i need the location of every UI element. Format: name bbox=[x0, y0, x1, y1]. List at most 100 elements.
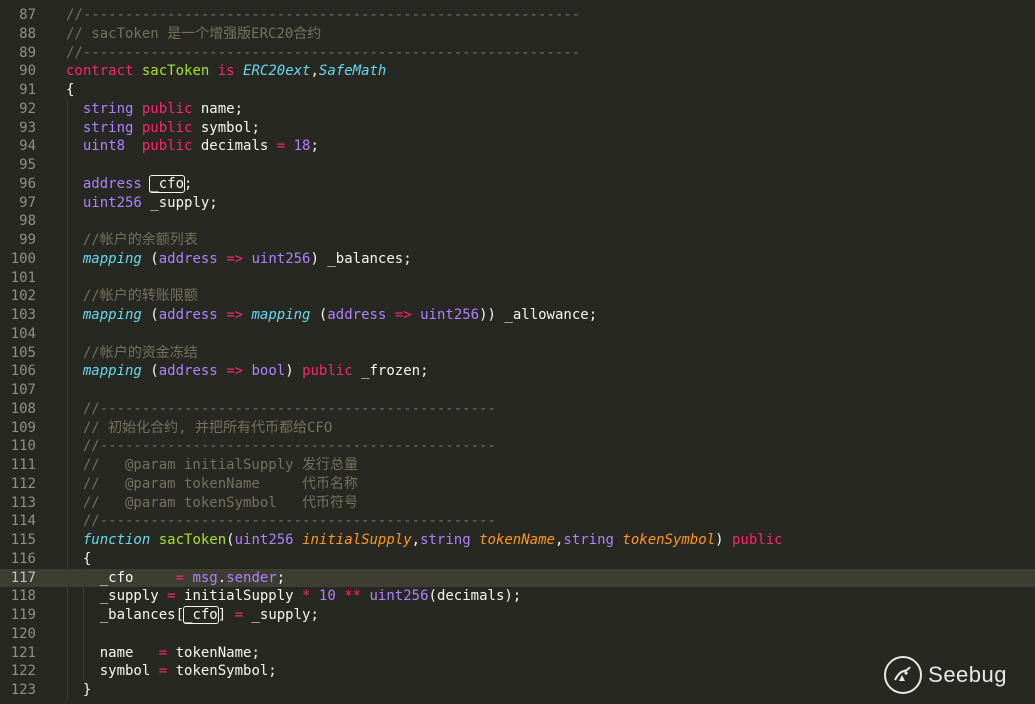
code-token: // @param tokenName 代币名称 bbox=[82, 475, 359, 492]
code-token: public bbox=[302, 363, 353, 380]
code-text: //--------------------------------------… bbox=[66, 400, 496, 419]
code-line[interactable]: 101 bbox=[0, 269, 1035, 288]
code-line[interactable]: 89 //------------------------------------… bbox=[0, 44, 1035, 63]
code-token: //--------------------------------------… bbox=[82, 400, 496, 417]
code-line[interactable]: 98 bbox=[0, 212, 1035, 231]
code-line[interactable]: 113 // @param tokenSymbol 代币符号 bbox=[0, 494, 1035, 513]
code-token: mapping bbox=[82, 307, 142, 323]
indent-guide bbox=[66, 99, 68, 700]
code-token: uint256 bbox=[420, 307, 480, 323]
code-line[interactable]: 95 bbox=[0, 156, 1035, 175]
code-line[interactable]: 114 //----------------------------------… bbox=[0, 512, 1035, 531]
code-token: decimals bbox=[192, 138, 277, 155]
line-number: 91 bbox=[19, 82, 36, 98]
code-token: uint256 bbox=[251, 250, 311, 267]
code-line[interactable]: 90 contract sacToken is ERC20ext,SafeMath bbox=[0, 62, 1035, 81]
code-token: symbol bbox=[66, 663, 159, 680]
line-number: 121 bbox=[10, 644, 36, 661]
code-line[interactable]: 88 // sacToken 是一个增强版ERC20合约 bbox=[0, 25, 1035, 44]
line-number: 123 bbox=[10, 682, 36, 698]
code-line[interactable]: 87 //------------------------------------… bbox=[0, 6, 1035, 25]
line-number: 120 bbox=[10, 625, 36, 642]
code-line[interactable]: 112 // @param tokenName 代币名称 bbox=[0, 475, 1035, 494]
code-line[interactable]: 121 name = tokenName; bbox=[0, 644, 1035, 663]
code-editor[interactable]: 87 //------------------------------------… bbox=[0, 0, 1035, 704]
code-line[interactable]: 96 address _cfo; bbox=[0, 174, 1035, 194]
line-number: 95 bbox=[19, 157, 36, 173]
code-text: string public symbol; bbox=[66, 119, 260, 138]
code-text: // @param tokenSymbol 代币符号 bbox=[66, 494, 358, 513]
code-line[interactable]: 107 bbox=[0, 381, 1035, 400]
code-token: )) _allowance; bbox=[479, 307, 598, 323]
code-token: . bbox=[217, 569, 227, 586]
code-line[interactable]: 99 //帐户的余额列表 bbox=[0, 231, 1035, 250]
code-line[interactable]: 118 _supply = initialSupply * 10 ** uint… bbox=[0, 587, 1035, 606]
code-line[interactable]: 91 { bbox=[0, 81, 1035, 100]
code-line[interactable]: 105 //帐户的资金冻结 bbox=[0, 344, 1035, 363]
code-line[interactable]: 116 { bbox=[0, 550, 1035, 569]
code-token: msg bbox=[192, 569, 218, 586]
code-text: // @param initialSupply 发行总量 bbox=[66, 456, 358, 475]
line-number: 113 bbox=[10, 494, 36, 511]
code-text: // 初始化合约, 并把所有代币都给CFO bbox=[66, 419, 332, 438]
code-line[interactable]: 106 mapping (address => bool) public _fr… bbox=[0, 362, 1035, 381]
code-token: function bbox=[82, 532, 151, 548]
code-token: ; bbox=[184, 175, 193, 192]
code-line[interactable]: 122 symbol = tokenSymbol; bbox=[0, 662, 1035, 681]
code-line[interactable]: 111 // @param initialSupply 发行总量 bbox=[0, 456, 1035, 475]
code-line[interactable]: 97 uint256 _supply; bbox=[0, 194, 1035, 213]
code-line[interactable]: 104 bbox=[0, 325, 1035, 344]
code-token: => bbox=[226, 250, 244, 267]
code-line[interactable]: 109 // 初始化合约, 并把所有代币都给CFO bbox=[0, 419, 1035, 438]
code-line[interactable]: 119 _balances[_cfo] = _supply; bbox=[0, 606, 1035, 625]
code-token: //--------------------------------------… bbox=[66, 7, 581, 23]
code-token: address bbox=[82, 175, 142, 192]
code-token: string bbox=[82, 119, 134, 136]
code-token: bool bbox=[251, 363, 286, 380]
code-token: //--------------------------------------… bbox=[82, 513, 496, 530]
code-line[interactable]: 100 mapping (address => uint256) _balanc… bbox=[0, 250, 1035, 269]
code-token: ) _balances; bbox=[310, 250, 412, 267]
line-number: 118 bbox=[10, 588, 36, 605]
code-token: SafeMath bbox=[318, 63, 387, 80]
code-token: name; bbox=[192, 100, 244, 117]
code-text: // @param tokenName 代币名称 bbox=[66, 475, 358, 494]
code-line[interactable]: 117 _cfo = msg.sender; bbox=[0, 568, 1035, 588]
code-token: public bbox=[141, 100, 193, 117]
line-number: 114 bbox=[10, 513, 36, 530]
code-line[interactable]: 93 string public symbol; bbox=[0, 119, 1035, 138]
code-area[interactable]: 87 //------------------------------------… bbox=[0, 0, 1035, 704]
code-token: sacToken bbox=[158, 532, 227, 548]
line-number: 99 bbox=[19, 232, 36, 248]
code-text: // sacToken 是一个增强版ERC20合约 bbox=[66, 25, 321, 44]
code-token: ** bbox=[344, 588, 362, 605]
code-line[interactable]: 123 } bbox=[0, 681, 1035, 700]
code-token: { bbox=[66, 550, 92, 567]
code-token: 10 bbox=[318, 588, 336, 605]
code-text: //帐户的余额列表 bbox=[66, 231, 198, 250]
code-line[interactable]: 102 //帐户的转账限额 bbox=[0, 287, 1035, 306]
code-line[interactable]: 108 //----------------------------------… bbox=[0, 400, 1035, 419]
code-line[interactable]: 103 mapping (address => mapping (address… bbox=[0, 306, 1035, 325]
code-token: => bbox=[394, 307, 412, 323]
code-token: //--------------------------------------… bbox=[82, 438, 496, 455]
code-token: } bbox=[66, 682, 92, 698]
code-line[interactable]: 120 bbox=[0, 625, 1035, 644]
line-number: 107 bbox=[10, 382, 36, 398]
code-line[interactable]: 115 function sacToken(uint256 initialSup… bbox=[0, 531, 1035, 550]
code-text: _supply = initialSupply * 10 ** uint256(… bbox=[66, 587, 522, 606]
line-number: 97 bbox=[19, 194, 36, 211]
code-line[interactable]: 92 string public name; bbox=[0, 100, 1035, 119]
code-line[interactable]: 94 uint8 public decimals = 18; bbox=[0, 137, 1035, 156]
code-line[interactable]: 110 //----------------------------------… bbox=[0, 437, 1035, 456]
